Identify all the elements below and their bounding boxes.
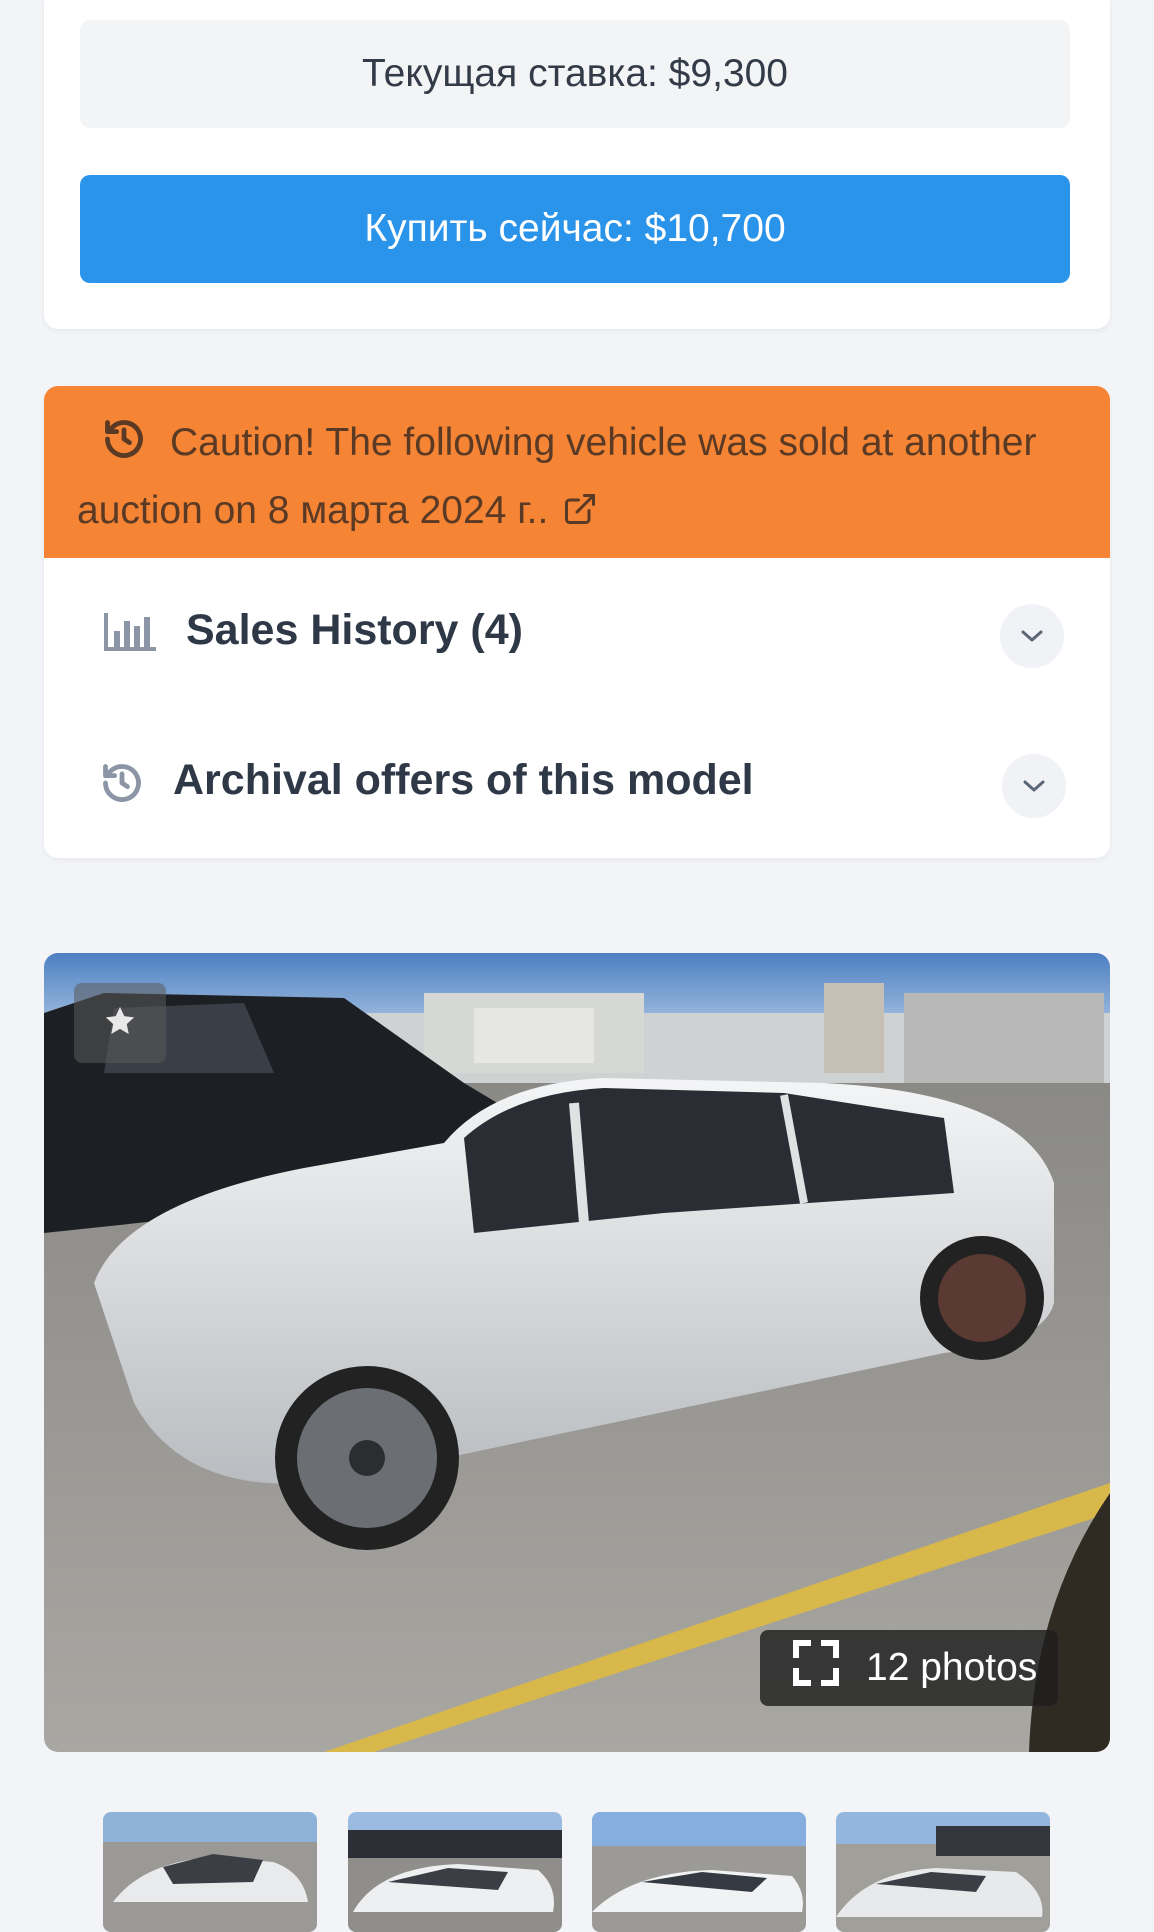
external-link-icon[interactable] — [562, 484, 598, 546]
thumbnail[interactable] — [103, 1812, 317, 1932]
vehicle-history-card: Caution! The following vehicle was sold … — [44, 386, 1110, 858]
caution-text: Caution! The following vehicle was sold … — [77, 421, 1037, 532]
sales-history-title: Sales History (4) — [186, 606, 523, 654]
current-bid: Текущая ставка: $9,300 — [80, 20, 1070, 128]
chevron-down-icon[interactable] — [1002, 754, 1066, 818]
thumbnail[interactable] — [348, 1812, 562, 1932]
history-icon — [100, 761, 144, 810]
thumbnail[interactable] — [836, 1812, 1050, 1932]
photos-count: 12 photos — [866, 1646, 1038, 1689]
caution-banner: Caution! The following vehicle was sold … — [44, 386, 1110, 558]
archival-offers-toggle[interactable]: Archival offers of this model — [44, 708, 1110, 858]
chevron-down-icon[interactable] — [1000, 604, 1064, 668]
view-all-photos-button[interactable]: 12 photos — [760, 1630, 1058, 1706]
favorite-button[interactable] — [74, 983, 166, 1063]
archival-offers-title: Archival offers of this model — [173, 756, 754, 804]
vehicle-photo[interactable]: 12 photos — [44, 953, 1110, 1752]
fullscreen-icon — [792, 1639, 840, 1697]
thumbnail[interactable] — [592, 1812, 806, 1932]
history-icon — [102, 417, 146, 480]
star-icon — [103, 1004, 137, 1043]
bar-chart-icon — [102, 609, 158, 658]
sales-history-toggle[interactable]: Sales History (4) — [44, 558, 1110, 708]
buy-now-button[interactable]: Купить сейчас: $10,700 — [80, 175, 1070, 283]
